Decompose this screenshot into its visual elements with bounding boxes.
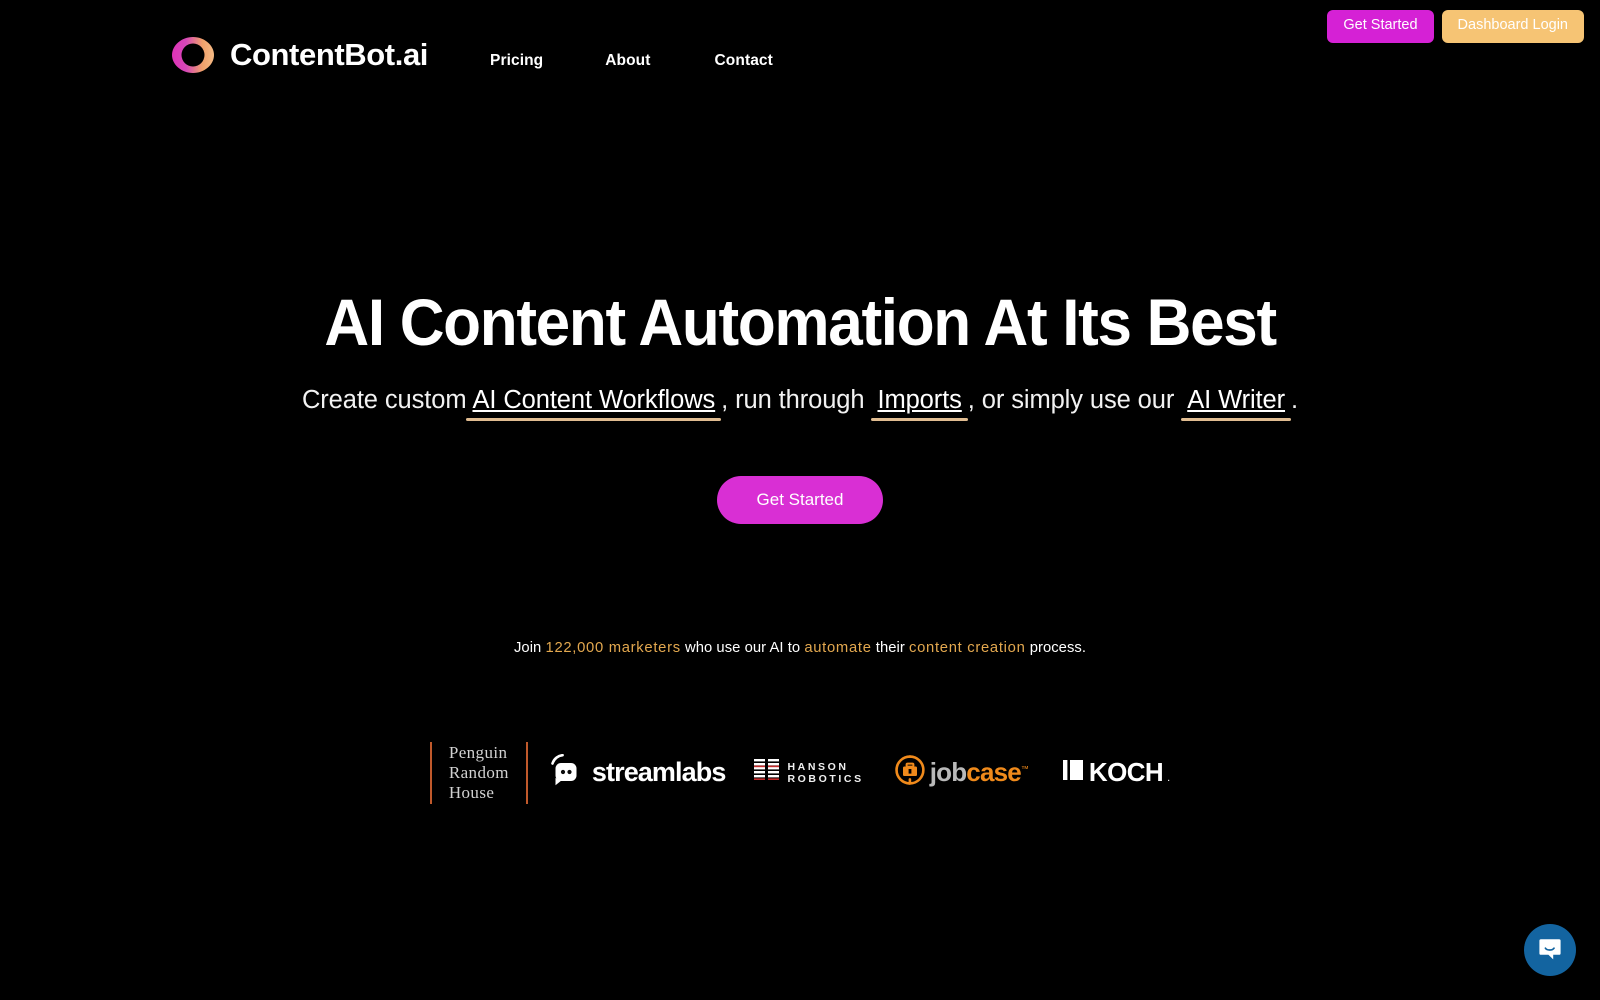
chat-bubble-icon xyxy=(1537,936,1563,965)
jobcase-word-case: case xyxy=(966,757,1021,788)
brand-name: ContentBot.ai xyxy=(230,37,428,72)
main-navigation: Pricing About Contact xyxy=(490,40,773,70)
koch-dot: . xyxy=(1167,772,1171,785)
logo-penguin-random-house: Penguin Random House xyxy=(432,743,526,803)
page-title: AI Content Automation At Its Best xyxy=(324,285,1277,359)
social-proof-suffix: process. xyxy=(1029,639,1087,656)
hanson-bars-icon xyxy=(754,758,780,787)
jobcase-briefcase-icon xyxy=(894,755,925,790)
subheadline-text-2: , run through xyxy=(721,386,865,415)
subheadline-text-4: . xyxy=(1291,386,1299,415)
social-proof-prefix: Join xyxy=(513,639,542,656)
client-logo-strip: Penguin Random House streamlabs HANSON R… xyxy=(429,741,1170,804)
top-action-buttons: Get Started Dashboard Login xyxy=(1327,10,1584,43)
hero-section: AI Content Automation At Its Best Create… xyxy=(0,0,1600,1000)
hanson-line-2: ROBOTICS xyxy=(787,772,864,785)
dashboard-login-button[interactable]: Dashboard Login xyxy=(1441,10,1584,43)
get-started-cta-button[interactable]: Get Started xyxy=(716,475,884,524)
nav-item-contact[interactable]: Contact xyxy=(715,52,773,70)
logo-koch: KOCH . xyxy=(1045,757,1170,788)
hero-subheadline: Create custom AI Content Workflows, run t… xyxy=(302,385,1298,416)
hero-cta-wrapper: Get Started xyxy=(716,475,884,524)
link-ai-content-workflows[interactable]: AI Content Workflows xyxy=(466,386,721,416)
jobcase-wordmark: jobcase™ xyxy=(930,757,1029,788)
get-started-button-header[interactable]: Get Started xyxy=(1327,10,1434,43)
chat-launcher-button[interactable] xyxy=(1524,924,1576,976)
logo-hanson-robotics: HANSON ROBOTICS xyxy=(739,758,878,787)
social-proof-highlight-automate: automate xyxy=(804,639,872,656)
link-imports[interactable]: Imports xyxy=(871,386,967,416)
prh-line-2: Random xyxy=(448,762,509,782)
social-proof-text: Join 122,000 marketers who use our AI to… xyxy=(514,640,1086,656)
hanson-robotics-wordmark: HANSON ROBOTICS xyxy=(787,761,863,785)
subheadline-text-1: Create custom xyxy=(301,386,467,415)
logo-streamlabs: streamlabs xyxy=(528,754,740,791)
streamlabs-wordmark: streamlabs xyxy=(591,757,726,788)
marketer-count: 122,000 marketers xyxy=(545,639,681,656)
nav-item-pricing[interactable]: Pricing xyxy=(490,52,543,70)
link-ai-writer[interactable]: AI Writer xyxy=(1181,386,1291,416)
penguin-random-house-wordmark: Penguin Random House xyxy=(432,743,526,803)
subheadline-text-3: , or simply use our xyxy=(967,386,1175,415)
koch-mark-icon xyxy=(1062,758,1085,787)
prh-line-1: Penguin xyxy=(448,742,508,762)
social-proof-middle: who use our AI to xyxy=(684,639,801,656)
nav-item-about[interactable]: About xyxy=(605,52,650,70)
streamlabs-mascot-icon xyxy=(549,754,583,791)
jobcase-tm: ™ xyxy=(1020,764,1029,774)
prh-line-3: House xyxy=(448,782,495,802)
hanson-line-1: HANSON xyxy=(787,760,849,773)
jobcase-word-job: job xyxy=(929,757,967,788)
koch-wordmark: KOCH xyxy=(1088,757,1164,788)
social-proof-highlight-content-creation: content creation xyxy=(909,639,1026,656)
brand-logo-link[interactable]: ContentBot.ai xyxy=(170,35,428,75)
gradient-ring-icon xyxy=(170,35,216,75)
social-proof-middle-2: their xyxy=(875,639,905,656)
logo-jobcase: jobcase™ xyxy=(879,755,1045,790)
